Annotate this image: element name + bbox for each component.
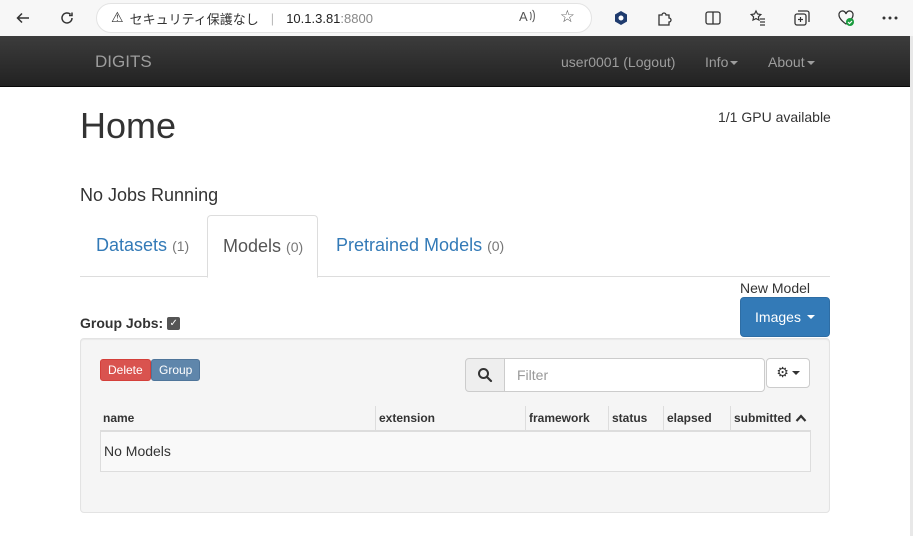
favorites-icon[interactable]	[746, 6, 770, 30]
read-aloud-icon[interactable]: A	[519, 8, 537, 27]
delete-button[interactable]: Delete	[100, 359, 151, 381]
warning-icon: ⚠	[111, 10, 124, 26]
submitted-label: submitted	[734, 411, 792, 425]
gpu-status: 1/1 GPU available	[718, 109, 831, 125]
tab-count: (0)	[487, 238, 505, 254]
more-menu-icon[interactable]	[878, 6, 902, 30]
table-row-empty: No Models	[100, 432, 811, 472]
job-tabs: Datasets (1) Models (0) Pretrained Model…	[80, 215, 830, 278]
models-table: name extension framework status elapsed …	[100, 406, 811, 472]
group-jobs-control: Group Jobs: ✓	[80, 315, 181, 331]
extensions-puzzle-icon[interactable]	[653, 6, 677, 30]
split-screen-icon[interactable]	[701, 6, 725, 30]
group-button[interactable]: Group	[151, 359, 201, 381]
column-header-submitted[interactable]: submitted	[730, 406, 811, 432]
extension-shield-icon[interactable]	[609, 6, 633, 30]
caret-down-icon	[791, 371, 800, 375]
images-button-label: Images	[755, 309, 801, 325]
about-dropdown[interactable]: About	[768, 54, 815, 70]
back-arrow-icon[interactable]	[11, 6, 35, 30]
refresh-icon[interactable]	[55, 6, 79, 30]
sort-ascending-icon	[795, 414, 807, 422]
tab-count: (1)	[172, 238, 190, 254]
caret-down-icon	[730, 61, 739, 66]
tab-label: Models	[223, 236, 282, 256]
info-dropdown[interactable]: Info	[705, 54, 739, 70]
tab-label: Pretrained Models	[336, 235, 483, 255]
favorite-star-icon[interactable]: ☆	[560, 7, 575, 27]
tab-pretrained-models[interactable]: Pretrained Models (0)	[336, 215, 504, 277]
gear-icon: ⚙	[776, 365, 789, 381]
tab-datasets[interactable]: Datasets (1)	[96, 215, 189, 277]
column-header-name[interactable]: name	[100, 406, 375, 432]
page-title: Home	[80, 105, 177, 146]
browser-toolbar: ⚠ セキュリティ保護なし | 10.1.3.81:8800 A ☆	[0, 0, 913, 36]
tab-models[interactable]: Models (0)	[207, 215, 318, 278]
caret-down-icon	[806, 61, 815, 66]
column-header-elapsed[interactable]: elapsed	[663, 406, 730, 432]
collections-icon[interactable]	[790, 6, 814, 30]
address-bar[interactable]: ⚠ セキュリティ保護なし | 10.1.3.81:8800 A ☆	[96, 3, 592, 33]
tab-count: (0)	[286, 239, 304, 255]
new-model-label: New Model	[740, 280, 811, 296]
brand-logo[interactable]: DIGITS	[95, 52, 152, 72]
group-jobs-label: Group Jobs:	[80, 315, 164, 331]
new-model-images-button[interactable]: Images	[740, 297, 830, 337]
insecure-label: セキュリティ保護なし	[129, 11, 259, 27]
column-header-status[interactable]: status	[608, 406, 663, 432]
table-header: name extension framework status elapsed …	[100, 406, 811, 432]
column-header-framework[interactable]: framework	[525, 406, 608, 432]
about-label: About	[768, 54, 805, 70]
column-settings-button[interactable]: ⚙	[766, 358, 810, 388]
filter-input[interactable]	[504, 358, 765, 392]
url-port: :8800	[340, 10, 373, 26]
app-navbar: DIGITS user0001 (Logout) Info About	[0, 36, 910, 87]
caret-down-icon	[806, 315, 815, 319]
search-icon	[465, 358, 505, 392]
models-panel: Delete Group ⚙ name extension framework …	[80, 338, 830, 513]
column-header-extension[interactable]: extension	[375, 406, 525, 432]
info-label: Info	[705, 54, 729, 70]
jobs-running-heading: No Jobs Running	[80, 185, 219, 205]
address-separator: |	[270, 10, 275, 26]
group-jobs-checkbox[interactable]: ✓	[167, 316, 181, 330]
tab-label: Datasets	[96, 235, 168, 255]
browser-essentials-icon[interactable]	[834, 6, 858, 30]
svg-text:A: A	[519, 9, 528, 24]
user-logout-link[interactable]: user0001 (Logout)	[561, 54, 675, 70]
url-host: 10.1.3.81	[286, 10, 341, 26]
